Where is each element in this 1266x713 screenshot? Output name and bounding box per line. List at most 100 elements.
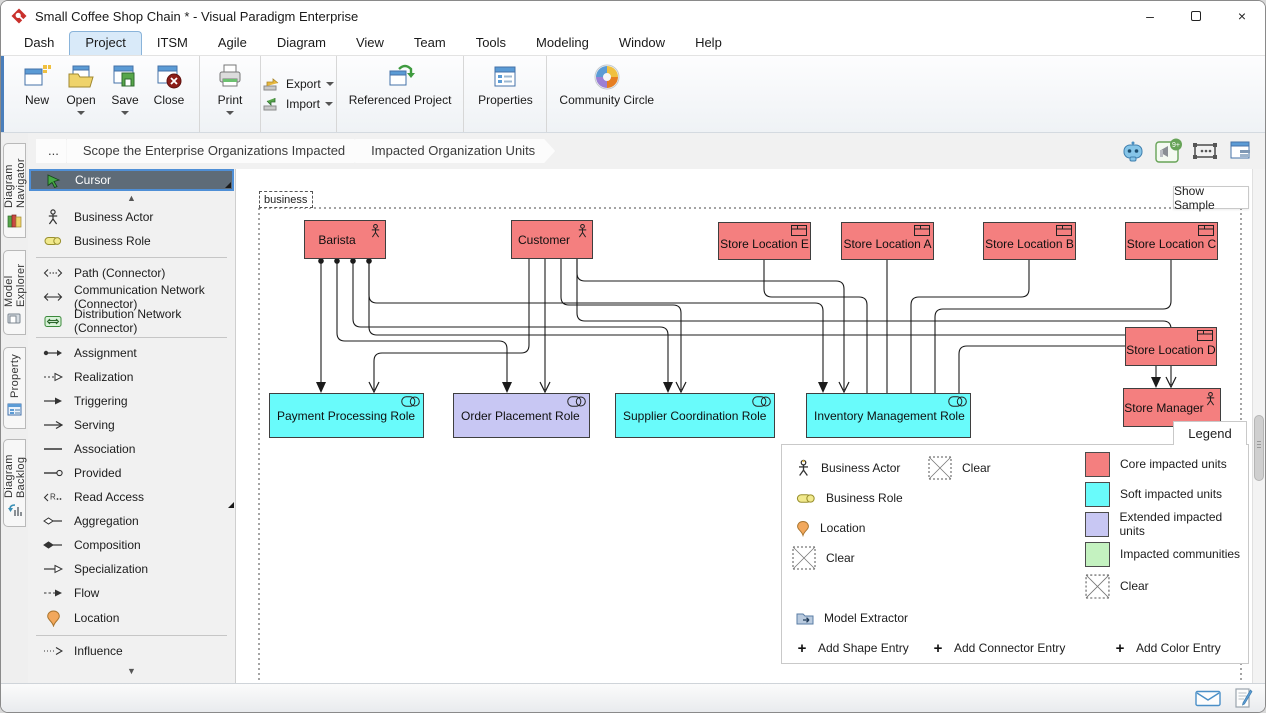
assistant-bot-icon[interactable] <box>1119 138 1147 164</box>
legend-model-extractor[interactable]: Model Extractor <box>796 605 908 631</box>
palette-item-specialization[interactable]: Specialization <box>28 557 235 581</box>
legend-entry-core-impacted[interactable]: Core impacted units <box>1085 451 1227 477</box>
properties-button[interactable]: Properties <box>472 60 538 110</box>
palette-item-serving[interactable]: Serving <box>28 413 235 437</box>
palette-scroll-down[interactable]: ▼ <box>28 663 235 679</box>
diagram-canvas[interactable]: business Barista Customer Store Location… <box>236 169 1265 683</box>
palette-item-association[interactable]: Association <box>28 437 235 461</box>
legend-title-tab[interactable]: Legend <box>1173 421 1247 445</box>
palette-item-aggregation[interactable]: Aggregation <box>28 509 235 533</box>
export-dropdown-icon[interactable] <box>326 82 334 86</box>
menu-window[interactable]: Window <box>604 32 680 55</box>
menu-help[interactable]: Help <box>680 32 737 55</box>
notes-edit-icon[interactable] <box>1235 688 1253 709</box>
print-button[interactable]: Print <box>208 60 252 117</box>
layers-window-icon[interactable] <box>1227 138 1255 164</box>
node-store-location-a[interactable]: Store Location A <box>841 222 934 260</box>
node-store-location-b[interactable]: Store Location B <box>983 222 1076 260</box>
breadcrumb-scope[interactable]: Scope the Enterprise Organizations Impac… <box>67 139 365 163</box>
node-store-location-c[interactable]: Store Location C <box>1125 222 1218 260</box>
node-customer[interactable]: Customer <box>511 220 593 259</box>
menu-agile[interactable]: Agile <box>203 32 262 55</box>
menu-view[interactable]: View <box>341 32 399 55</box>
connector-edges[interactable] <box>321 259 1171 393</box>
filled-arrowheads <box>316 377 1161 393</box>
palette-item-distribution-network[interactable]: Distribution Network (Connector) <box>28 309 235 333</box>
menu-project[interactable]: Project <box>69 31 141 55</box>
import-button[interactable]: Import <box>263 97 333 111</box>
palette-item-cursor[interactable]: Cursor <box>29 169 234 191</box>
tab-property[interactable]: Property <box>3 347 26 429</box>
breadcrumb-current[interactable]: Impacted Organization Units <box>355 139 555 163</box>
node-barista[interactable]: Barista <box>304 220 386 259</box>
node-inventory-management-role[interactable]: Inventory Management Role <box>806 393 971 438</box>
palette-item-path-connector[interactable]: Path (Connector) <box>28 261 235 285</box>
import-dropdown-icon[interactable] <box>325 102 333 106</box>
tab-diagram-navigator[interactable]: Diagram Navigator <box>3 143 26 238</box>
legend-add-shape-entry[interactable]: + Add Shape Entry <box>796 635 909 661</box>
palette-item-provided[interactable]: Provided <box>28 461 235 485</box>
app-window: Small Coffee Shop Chain * - Visual Parad… <box>0 0 1266 713</box>
save-button[interactable]: Save <box>103 60 147 117</box>
node-order-placement-role[interactable]: Order Placement Role <box>453 393 590 438</box>
legend-entry-connector-clear[interactable]: Clear <box>928 455 991 481</box>
legend-add-color-entry[interactable]: + Add Color Entry <box>1114 635 1221 661</box>
node-supplier-coordination-role[interactable]: Supplier Coordination Role <box>615 393 775 438</box>
legend-entry-business-actor[interactable]: Business Actor <box>796 455 900 481</box>
show-sample-button[interactable]: Show Sample <box>1173 186 1249 209</box>
realization-icon <box>38 372 68 382</box>
legend-entry-extended-impacted[interactable]: Extended impacted units <box>1085 511 1248 537</box>
minimize-button[interactable]: – <box>1127 1 1173 31</box>
legend-entry-soft-impacted[interactable]: Soft impacted units <box>1085 481 1222 507</box>
palette-item-business-role[interactable]: Business Role <box>28 229 235 253</box>
menu-itsm[interactable]: ITSM <box>142 32 203 55</box>
palette-item-influence[interactable]: Influence <box>28 639 235 663</box>
announcements-icon[interactable]: 9+ <box>1155 138 1183 164</box>
node-payment-processing-role[interactable]: Payment Processing Role <box>269 393 424 438</box>
palette-item-assignment[interactable]: Assignment <box>28 341 235 365</box>
palette-item-triggering[interactable]: Triggering <box>28 389 235 413</box>
new-button[interactable]: New <box>15 60 59 110</box>
scrollbar-thumb[interactable] <box>1254 415 1264 481</box>
maximize-button[interactable] <box>1173 1 1219 31</box>
tab-model-explorer[interactable]: Model Explorer <box>3 250 26 335</box>
open-button[interactable]: Open <box>59 60 103 117</box>
business-boundary-label[interactable]: business <box>259 191 313 208</box>
legend-add-connector-entry[interactable]: + Add Connector Entry <box>932 635 1065 661</box>
influence-icon <box>38 646 68 656</box>
close-project-button[interactable]: Close <box>147 60 191 110</box>
read-access-more-indicator <box>228 502 234 508</box>
legend-entry-shape-clear[interactable]: Clear <box>792 545 855 571</box>
fit-to-window-icon[interactable] <box>1191 138 1219 164</box>
node-store-location-d[interactable]: Store Location D <box>1125 327 1217 366</box>
referenced-project-button[interactable]: Referenced Project <box>345 60 456 110</box>
palette-item-realization[interactable]: Realization <box>28 365 235 389</box>
legend-entry-location[interactable]: Location <box>796 515 865 541</box>
legend-entry-business-role[interactable]: Business Role <box>796 485 903 511</box>
palette-item-communication-network[interactable]: Communication Network (Connector) <box>28 285 235 309</box>
node-store-location-e[interactable]: Store Location E <box>718 222 811 260</box>
palette-item-business-actor[interactable]: Business Actor <box>28 205 235 229</box>
menu-diagram[interactable]: Diagram <box>262 32 341 55</box>
menu-tools[interactable]: Tools <box>461 32 521 55</box>
close-button[interactable]: × <box>1219 1 1265 31</box>
save-dropdown-icon[interactable] <box>121 111 129 115</box>
window-title: Small Coffee Shop Chain * - Visual Parad… <box>35 9 358 24</box>
menu-modeling[interactable]: Modeling <box>521 32 604 55</box>
print-dropdown-icon[interactable] <box>226 111 234 115</box>
assignment-source-dots <box>318 258 372 264</box>
tab-diagram-backlog[interactable]: Diagram Backlog <box>3 439 26 527</box>
message-envelope-icon[interactable] <box>1195 690 1221 707</box>
palette-item-read-access[interactable]: R Read Access <box>28 485 235 509</box>
palette-item-composition[interactable]: Composition <box>28 533 235 557</box>
palette-scroll-up[interactable]: ▲ <box>28 191 235 205</box>
menu-team[interactable]: Team <box>399 32 461 55</box>
menu-dash[interactable]: Dash <box>9 32 69 55</box>
palette-item-location[interactable]: Location <box>28 605 235 631</box>
legend-entry-impacted-communities[interactable]: Impacted communities <box>1085 541 1240 567</box>
export-button[interactable]: Export <box>263 77 334 91</box>
community-circle-button[interactable]: Community Circle <box>555 60 658 110</box>
palette-item-flow[interactable]: Flow <box>28 581 235 605</box>
legend-entry-color-clear[interactable]: Clear <box>1085 573 1149 599</box>
open-dropdown-icon[interactable] <box>77 111 85 115</box>
